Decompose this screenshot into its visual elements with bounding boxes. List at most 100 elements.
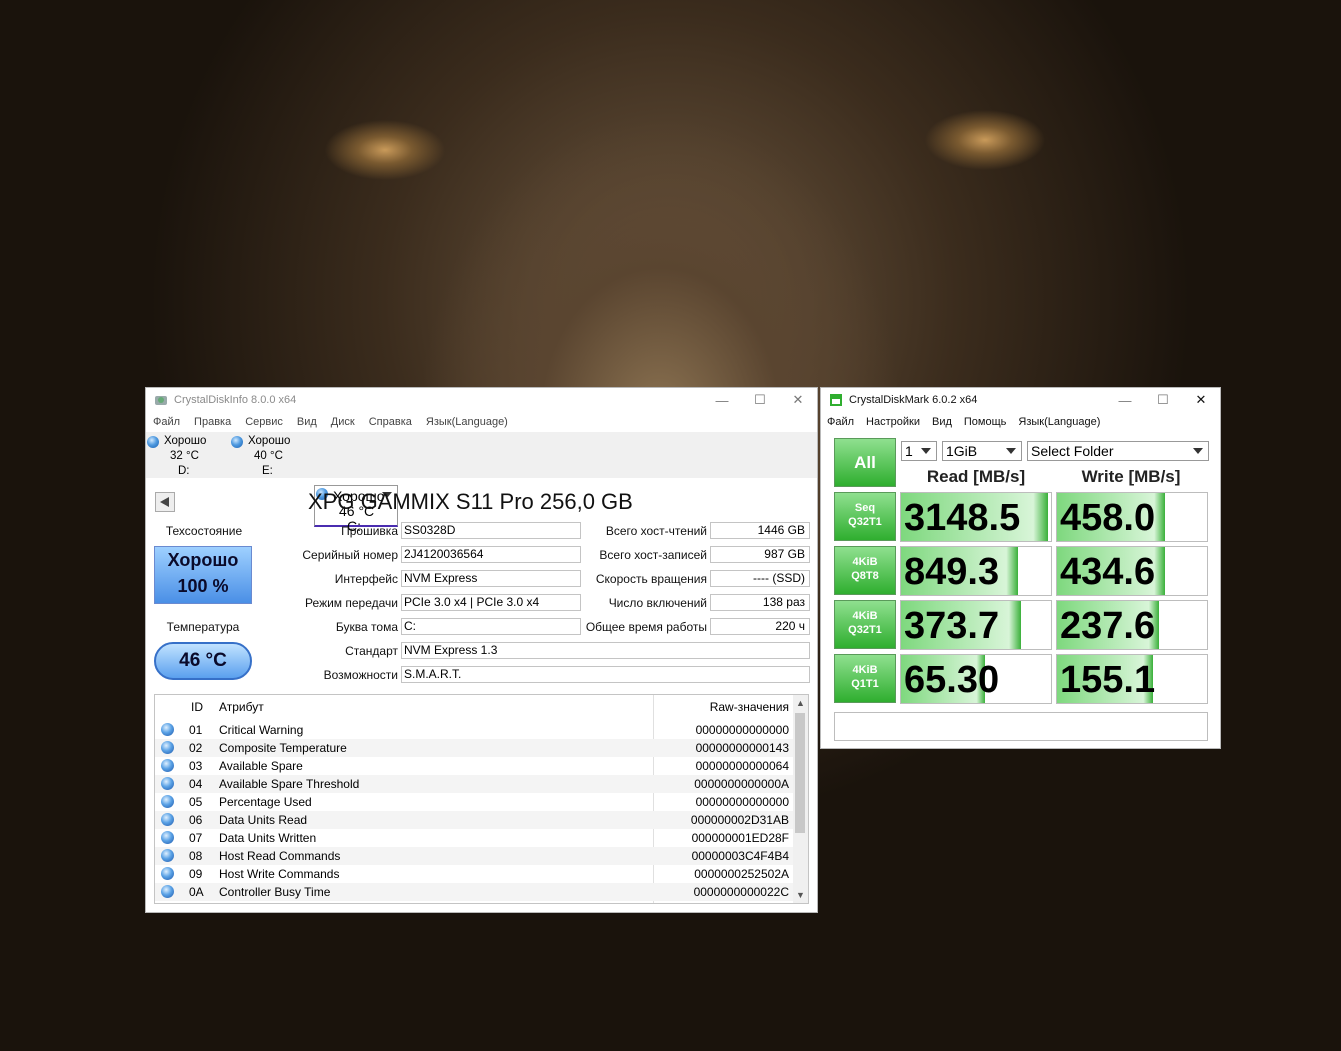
- read-value: 849.3: [904, 551, 1000, 593]
- previous-drive-button[interactable]: [155, 492, 175, 512]
- smart-table[interactable]: ID Атрибут Raw-значения 01 Critical Warn…: [154, 694, 809, 904]
- menu-view[interactable]: Вид: [297, 416, 317, 428]
- close-button[interactable]: ✕: [779, 392, 817, 408]
- cdm-titlebar[interactable]: CrystalDiskMark 6.0.2 x64 — ☐ ✕: [821, 388, 1220, 412]
- attr-id: 04: [189, 777, 203, 791]
- menu-edit[interactable]: Правка: [194, 416, 231, 428]
- read-value: 3148.5: [904, 497, 1021, 539]
- table-row[interactable]: 06 Data Units Read 000000002D31AB: [155, 811, 793, 829]
- run-all-button[interactable]: All: [834, 438, 896, 487]
- interface-label: Интерфейс: [334, 572, 398, 586]
- folder-select[interactable]: Select Folder: [1027, 441, 1209, 461]
- seq-q32t1-button[interactable]: Seq Q32T1: [834, 492, 896, 541]
- standard-label: Стандарт: [345, 644, 398, 658]
- seq-q32t1-write-result: 458.0: [1056, 492, 1208, 542]
- test-size-select[interactable]: 1GiB: [942, 441, 1022, 461]
- menu-help[interactable]: Справка: [369, 416, 412, 428]
- drive-tab-d[interactable]: Хорошо 32 °C D:: [146, 434, 230, 478]
- menu-view[interactable]: Вид: [932, 416, 952, 428]
- 4kib-q1t1-write-result: 155.1: [1056, 654, 1208, 704]
- drive-letter: D:: [178, 465, 190, 477]
- maximize-button[interactable]: ☐: [1144, 392, 1182, 408]
- 4kib-q1t1-read-result: 65.30: [900, 654, 1052, 704]
- menu-file[interactable]: Файл: [827, 416, 854, 428]
- table-row[interactable]: 07 Data Units Written 000000001ED28F: [155, 829, 793, 847]
- attr-raw: 00000000000064: [695, 759, 789, 773]
- attr-name: Host Read Commands: [219, 849, 341, 863]
- attr-raw: 0000000000000A: [694, 777, 789, 791]
- test-params: Q8T8: [851, 570, 879, 582]
- status-good-icon: [161, 741, 174, 754]
- app-icon: [829, 393, 843, 407]
- col-raw[interactable]: Raw-значения: [710, 700, 789, 714]
- 4kib-q1t1-button[interactable]: 4KiB Q1T1: [834, 654, 896, 703]
- test-params: Q32T1: [848, 624, 882, 636]
- attr-name: Critical Warning: [219, 723, 304, 737]
- table-row[interactable]: 08 Host Read Commands 00000003C4F4B4: [155, 847, 793, 865]
- table-row[interactable]: 04 Available Spare Threshold 00000000000…: [155, 775, 793, 793]
- table-row[interactable]: 09 Host Write Commands 0000000252502A: [155, 865, 793, 883]
- table-row[interactable]: 01 Critical Warning 00000000000000: [155, 721, 793, 739]
- maximize-button[interactable]: ☐: [741, 392, 779, 408]
- minimize-button[interactable]: —: [703, 393, 741, 408]
- window-title: CrystalDiskMark 6.0.2 x64: [849, 394, 978, 406]
- scroll-up-icon[interactable]: ▲: [793, 695, 808, 711]
- test-params: Q32T1: [848, 516, 882, 528]
- menu-file[interactable]: Файл: [153, 416, 180, 428]
- attr-raw: 00000000000143: [695, 741, 789, 755]
- power-on-hours-label: Общее время работы: [585, 620, 707, 634]
- 4kib-q32t1-button[interactable]: 4KiB Q32T1: [834, 600, 896, 649]
- menu-bar: Файл Настройки Вид Помощь Язык(Language): [821, 412, 1220, 432]
- health-status-box[interactable]: Хорошо 100 %: [154, 546, 252, 604]
- menu-language[interactable]: Язык(Language): [426, 416, 508, 428]
- 4kib-q8t8-write-result: 434.6: [1056, 546, 1208, 596]
- close-button[interactable]: ✕: [1182, 392, 1220, 408]
- menu-disk[interactable]: Диск: [331, 416, 355, 428]
- host-reads-field: 1446 GB: [710, 522, 810, 539]
- table-row[interactable]: 05 Percentage Used 00000000000000: [155, 793, 793, 811]
- menu-help[interactable]: Помощь: [964, 416, 1007, 428]
- status-good-icon: [161, 885, 174, 898]
- drive-bar: Хорошо 32 °C D: Хорошо 40 °C E: Хорошо 4…: [146, 432, 817, 534]
- health-percent: 100 %: [177, 576, 229, 596]
- interface-field: NVM Express: [401, 570, 581, 587]
- test-name: Seq: [854, 502, 876, 514]
- table-row[interactable]: 03 Available Spare 00000000000064: [155, 757, 793, 775]
- menu-settings[interactable]: Настройки: [866, 416, 920, 428]
- drive-tab-e[interactable]: Хорошо 40 °C E:: [230, 434, 314, 478]
- test-name: 4KiB: [852, 556, 878, 568]
- features-field: S.M.A.R.T.: [401, 666, 810, 683]
- menu-service[interactable]: Сервис: [245, 416, 283, 428]
- cdi-titlebar[interactable]: CrystalDiskInfo 8.0.0 x64 — ☐ ✕: [146, 388, 817, 412]
- host-reads-label: Всего хост-чтений: [605, 524, 707, 538]
- attr-raw: 000000002D31AB: [690, 813, 789, 827]
- minimize-button[interactable]: —: [1106, 393, 1144, 408]
- 4kib-q32t1-read-result: 373.7: [900, 600, 1052, 650]
- attr-id: 09: [189, 867, 203, 881]
- menu-language[interactable]: Язык(Language): [1018, 416, 1100, 428]
- temperature-box[interactable]: 46 °C: [154, 642, 252, 680]
- status-good-icon: [161, 723, 174, 736]
- attr-id: 06: [189, 813, 203, 827]
- attr-raw: 0000000252502A: [694, 867, 789, 881]
- status-good-icon: [161, 777, 174, 790]
- seq-q32t1-read-result: 3148.5: [900, 492, 1052, 542]
- scroll-down-icon[interactable]: ▼: [793, 887, 808, 903]
- attr-id: 05: [189, 795, 203, 809]
- table-row[interactable]: 0A Controller Busy Time 0000000000022C: [155, 883, 793, 901]
- write-value: 458.0: [1060, 497, 1156, 539]
- 4kib-q8t8-read-result: 849.3: [900, 546, 1052, 596]
- scroll-thumb[interactable]: [795, 713, 805, 833]
- test-count-select[interactable]: 1: [901, 441, 937, 461]
- comment-input[interactable]: [834, 712, 1208, 741]
- read-value: 373.7: [904, 605, 1000, 647]
- attr-raw: 00000000000000: [695, 795, 789, 809]
- vertical-scrollbar[interactable]: ▲ ▼: [793, 695, 808, 903]
- test-params: Q1T1: [851, 678, 879, 690]
- col-id[interactable]: ID: [191, 700, 203, 714]
- attr-name: Data Units Read: [219, 813, 308, 827]
- 4kib-q8t8-button[interactable]: 4KiB Q8T8: [834, 546, 896, 595]
- col-attribute[interactable]: Атрибут: [219, 700, 264, 714]
- table-row[interactable]: 02 Composite Temperature 00000000000143: [155, 739, 793, 757]
- read-header: Read [MB/s]: [926, 467, 1026, 486]
